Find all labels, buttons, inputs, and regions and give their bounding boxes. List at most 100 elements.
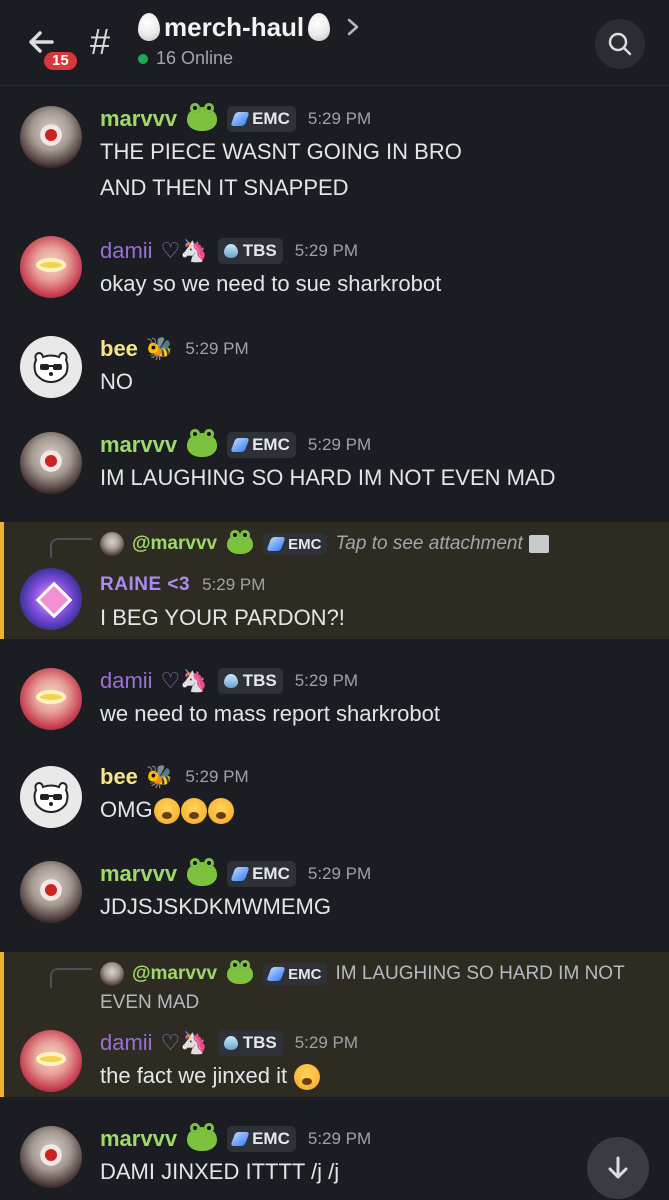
channel-hash-icon: # (90, 21, 111, 62)
frog-emoji-icon (187, 429, 218, 457)
scroll-to-bottom-button[interactable] (587, 1137, 649, 1199)
avatar[interactable] (20, 1126, 82, 1188)
message-text: IM LAUGHING SO HARD IM NOT EVEN MAD (100, 465, 556, 490)
online-dot-icon (138, 53, 148, 64)
crying-emoji-icon (207, 798, 234, 825)
crystal-icon (266, 967, 286, 981)
message[interactable]: bee 🐝 5:29 PM NO (0, 330, 669, 410)
avatar[interactable] (20, 236, 82, 298)
search-button[interactable] (595, 19, 645, 69)
message[interactable]: bee 🐝 5:29 PM OMG (0, 758, 669, 838)
username[interactable]: marvvv (100, 861, 177, 887)
message-text-row: OMG (100, 792, 649, 828)
message[interactable]: marvvv EMC 5:29 PM DAMI JINXED ITTTT /j … (0, 1120, 669, 1200)
server-tag[interactable]: TBS (217, 1030, 283, 1056)
avatar[interactable] (20, 568, 82, 630)
bee-emoji-icon: 🐝 (145, 336, 174, 361)
username[interactable]: marvvv (100, 106, 177, 132)
message[interactable]: marvvv EMC 5:29 PM THE PIECE WASNT GOING… (0, 100, 669, 210)
username[interactable]: damii (100, 1030, 153, 1056)
reply-avatar (100, 532, 124, 556)
timestamp: 5:29 PM (307, 109, 372, 128)
egg-emoji-icon (308, 13, 331, 41)
message-text: okay so we need to sue sharkrobot (100, 271, 442, 296)
server-tag[interactable]: EMC (227, 861, 296, 887)
tag-label: EMC (252, 864, 290, 883)
crystal-icon (230, 112, 250, 126)
tag-label: EMC (288, 965, 322, 983)
crystal-icon (230, 1132, 250, 1146)
avatar[interactable] (20, 766, 82, 828)
reply-preview[interactable]: @marvvv EMC Tap to see attachment (100, 530, 649, 558)
tag-label: TBS (242, 241, 277, 260)
username[interactable]: damii (100, 238, 153, 264)
crying-emoji-icon (180, 798, 207, 825)
unread-badge: 15 (42, 50, 79, 72)
droplet-icon (223, 244, 238, 258)
username[interactable]: marvvv (100, 1126, 177, 1152)
chevron-right-icon (347, 18, 359, 36)
frog-emoji-icon (227, 960, 254, 984)
bee-emoji-icon: 🐝 (145, 764, 174, 789)
frog-emoji-icon (187, 858, 218, 886)
message-text: AND THEN IT SNAPPED (100, 175, 349, 200)
server-tag: EMC (263, 963, 328, 985)
message[interactable]: @marvvv EMC IM LAUGHING SO HARD IM NOT E… (0, 952, 669, 1097)
online-text: 16 Online (156, 48, 234, 68)
message-text: DAMI JINXED ITTTT /j /j (100, 1159, 340, 1184)
tag-label: EMC (252, 1129, 290, 1148)
avatar[interactable] (20, 432, 82, 494)
timestamp: 5:29 PM (294, 671, 359, 690)
crying-emoji-icon (153, 798, 180, 825)
reply-connector (50, 538, 92, 558)
reply-connector (50, 968, 92, 988)
crystal-icon (266, 537, 286, 551)
avatar[interactable] (20, 106, 82, 168)
message[interactable]: marvvv EMC 5:29 PM JDJSJSKDKMWMEMG (0, 855, 669, 935)
reply-text-continued: EVEN MAD (100, 992, 200, 1013)
timestamp: 5:29 PM (307, 435, 372, 454)
bear-icon (33, 781, 69, 814)
server-tag[interactable]: EMC (227, 106, 296, 132)
username[interactable]: marvvv (100, 432, 177, 458)
online-count: 16 Online (138, 48, 233, 69)
crystal-icon (230, 438, 250, 452)
avatar[interactable] (20, 336, 82, 398)
server-tag[interactable]: EMC (227, 432, 296, 458)
droplet-icon (223, 674, 238, 688)
message-text: JDJSJSKDKMWMEMG (100, 894, 331, 919)
username[interactable]: damii (100, 668, 153, 694)
username[interactable]: bee (100, 336, 138, 362)
message[interactable]: @marvvv EMC Tap to see attachment RAINE … (0, 522, 669, 639)
frog-emoji-icon (187, 103, 218, 131)
tag-label: EMC (252, 435, 290, 454)
search-icon (608, 32, 632, 56)
server-tag: EMC (263, 533, 328, 555)
reply-username: @marvvv (132, 963, 218, 984)
arrow-down-icon (608, 1156, 628, 1179)
timestamp: 5:29 PM (307, 864, 372, 883)
username[interactable]: bee (100, 764, 138, 790)
heart-unicorn-emoji-icon: ♡🦄 (160, 238, 208, 263)
message-text: the fact we jinxed it (100, 1063, 288, 1088)
message[interactable]: damii ♡🦄 TBS 5:29 PM we need to mass rep… (0, 662, 669, 742)
message[interactable]: marvvv EMC 5:29 PM IM LAUGHING SO HARD I… (0, 426, 669, 506)
message-text: I BEG YOUR PARDON?! (100, 605, 345, 630)
avatar[interactable] (20, 1030, 82, 1092)
bear-icon (33, 351, 69, 384)
reply-preview[interactable]: @marvvv EMC IM LAUGHING SO HARD IM NOT (100, 960, 649, 988)
message-text: THE PIECE WASNT GOING IN BRO (100, 139, 462, 164)
avatar[interactable] (20, 861, 82, 923)
timestamp: 5:29 PM (185, 339, 249, 358)
server-tag[interactable]: TBS (217, 668, 283, 694)
avatar[interactable] (20, 668, 82, 730)
heart-unicorn-emoji-icon: ♡🦄 (160, 1030, 208, 1055)
server-tag[interactable]: TBS (217, 238, 283, 264)
channel-title[interactable]: merch-haul (138, 10, 360, 44)
channel-name: merch-haul (164, 11, 305, 42)
frog-emoji-icon (187, 1123, 218, 1151)
server-tag[interactable]: EMC (227, 1126, 296, 1152)
message[interactable]: damii ♡🦄 TBS 5:29 PM okay so we need to … (0, 234, 669, 314)
timestamp: 5:29 PM (185, 767, 249, 786)
username[interactable]: RAINE <3 (100, 574, 190, 596)
